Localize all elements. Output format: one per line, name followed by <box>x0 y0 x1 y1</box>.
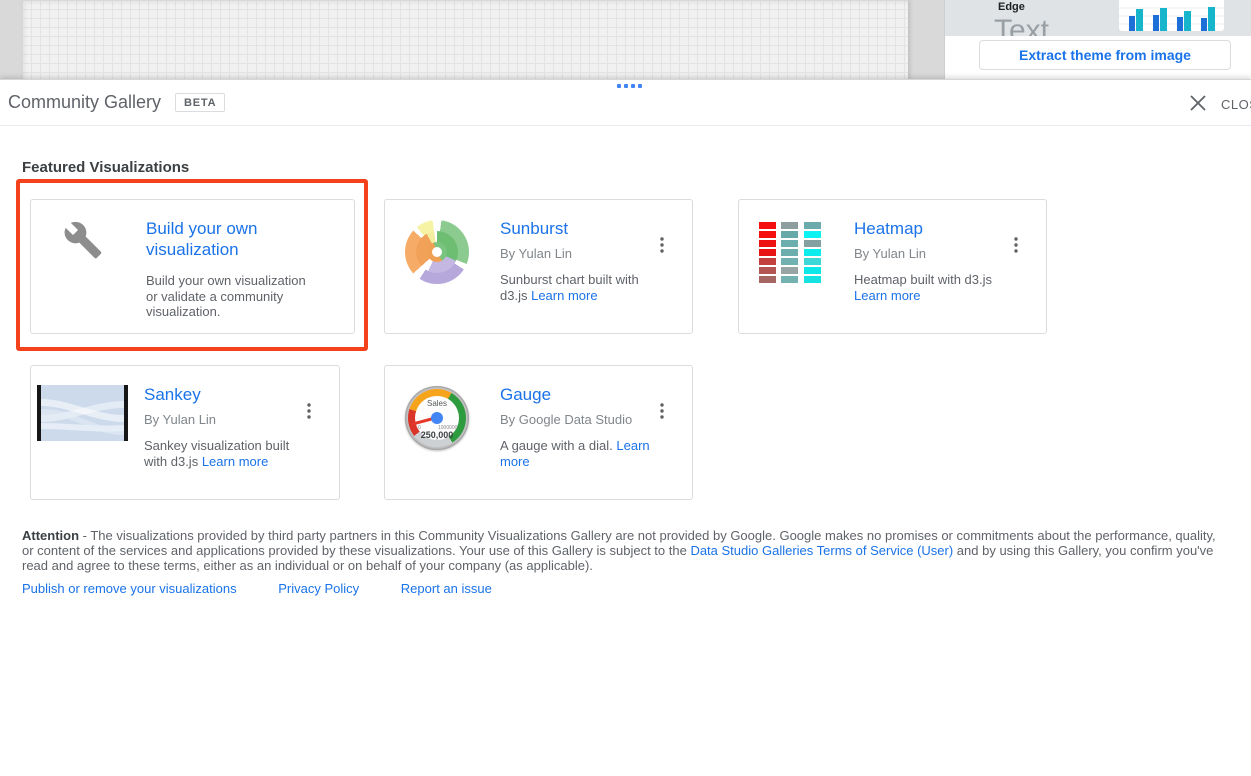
card-author: By Yulan Lin <box>854 246 1008 261</box>
report-canvas-grid <box>22 0 908 79</box>
description-text: with d3.js <box>144 454 198 469</box>
more-options-icon[interactable] <box>656 236 668 254</box>
card-description: Sunburst chart built with d3.js Learn mo… <box>500 272 654 303</box>
sankey-chart-thumbnail <box>37 385 128 441</box>
card-author: By Yulan Lin <box>144 412 301 427</box>
publish-or-remove-link[interactable]: Publish or remove your visualizations <box>22 581 237 596</box>
card-build-your-own[interactable]: Build your own visualization Build your … <box>30 199 355 334</box>
theme-preview-card[interactable]: Edge Text <box>945 0 1251 36</box>
card-author: By Google Data Studio <box>500 412 654 427</box>
theme-edge-label: Edge <box>998 1 1025 13</box>
extract-theme-button[interactable]: Extract theme from image <box>979 40 1231 70</box>
learn-more-link[interactable]: Learn more <box>202 454 268 469</box>
card-text: Sunburst By Yulan Lin Sunburst chart bui… <box>500 220 678 333</box>
theme-panel: Edge Text Extract theme from image <box>944 0 1251 79</box>
mini-bar-chart <box>1119 0 1224 31</box>
close-icon[interactable] <box>1189 94 1207 112</box>
community-gallery-modal: Community Gallery BETA CLOSE Featured Vi… <box>0 79 1251 776</box>
card-description: Build your own visualization or validate… <box>146 273 308 320</box>
header-divider <box>0 125 1251 126</box>
attention-label: Attention <box>22 528 79 543</box>
report-an-issue-link[interactable]: Report an issue <box>401 581 492 596</box>
section-title: Featured Visualizations <box>22 159 189 176</box>
wrench-icon <box>51 220 115 284</box>
card-heatmap[interactable]: Heatmap By Yulan Lin Heatmap built with … <box>738 199 1047 334</box>
card-description: A gauge with a dial. Learn more <box>500 438 654 469</box>
card-text: Build your own visualization Build your … <box>146 220 340 333</box>
more-options-icon[interactable] <box>303 402 315 420</box>
close-button-label[interactable]: CLOSE <box>1221 97 1251 112</box>
modal-title: Community Gallery <box>8 92 161 113</box>
card-text: Sankey By Yulan Lin Sankey visualization… <box>144 386 325 499</box>
terms-of-service-link[interactable]: Data Studio Galleries Terms of Service (… <box>690 543 953 558</box>
modal-header: Community Gallery BETA <box>0 80 1251 125</box>
card-description: Heatmap built with d3.js Learn more <box>854 272 1008 303</box>
gauge-chart-thumbnail: Sales 0 1000000 250,000 <box>405 386 469 450</box>
attention-disclaimer: Attention - The visualizations provided … <box>22 528 1225 574</box>
card-gauge[interactable]: Sales 0 1000000 250,000 Gauge By Google … <box>384 365 693 500</box>
beta-badge: BETA <box>175 93 225 112</box>
card-title[interactable]: Build your own visualization <box>146 218 316 260</box>
card-title[interactable]: Heatmap <box>854 218 1008 239</box>
privacy-policy-link[interactable]: Privacy Policy <box>278 581 359 596</box>
more-options-icon[interactable] <box>656 402 668 420</box>
more-options-icon[interactable] <box>1010 236 1022 254</box>
theme-text-sample: Text <box>994 14 1049 36</box>
modal-footer-links: Publish or remove your visualizations Pr… <box>22 581 530 596</box>
report-editor-background: Edge Text Extract theme from image <box>0 0 1251 79</box>
card-title[interactable]: Gauge <box>500 384 654 405</box>
card-description: Sankey visualization builtwith d3.js Lea… <box>144 438 301 469</box>
gauge-metric-label: Sales <box>405 399 469 408</box>
card-sunburst[interactable]: Sunburst By Yulan Lin Sunburst chart bui… <box>384 199 693 334</box>
description-text: Heatmap built with d3.js <box>854 272 992 287</box>
card-text: Gauge By Google Data Studio A gauge with… <box>500 386 678 499</box>
learn-more-link[interactable]: Learn more <box>531 288 597 303</box>
description-text: A gauge with a dial. <box>500 438 613 453</box>
card-author: By Yulan Lin <box>500 246 654 261</box>
card-sankey[interactable]: Sankey By Yulan Lin Sankey visualization… <box>30 365 340 500</box>
card-title[interactable]: Sunburst <box>500 218 654 239</box>
sunburst-chart-thumbnail <box>405 220 469 284</box>
heatmap-chart-thumbnail <box>759 220 823 284</box>
gauge-hub <box>431 412 443 424</box>
gauge-value-label: 250,000 <box>405 430 469 440</box>
card-text: Heatmap By Yulan Lin Heatmap built with … <box>854 220 1032 333</box>
theme-chart-thumbnail <box>1119 0 1224 31</box>
learn-more-link[interactable]: Learn more <box>854 288 920 303</box>
description-text: Sankey visualization built <box>144 438 289 453</box>
card-title[interactable]: Sankey <box>144 384 301 405</box>
